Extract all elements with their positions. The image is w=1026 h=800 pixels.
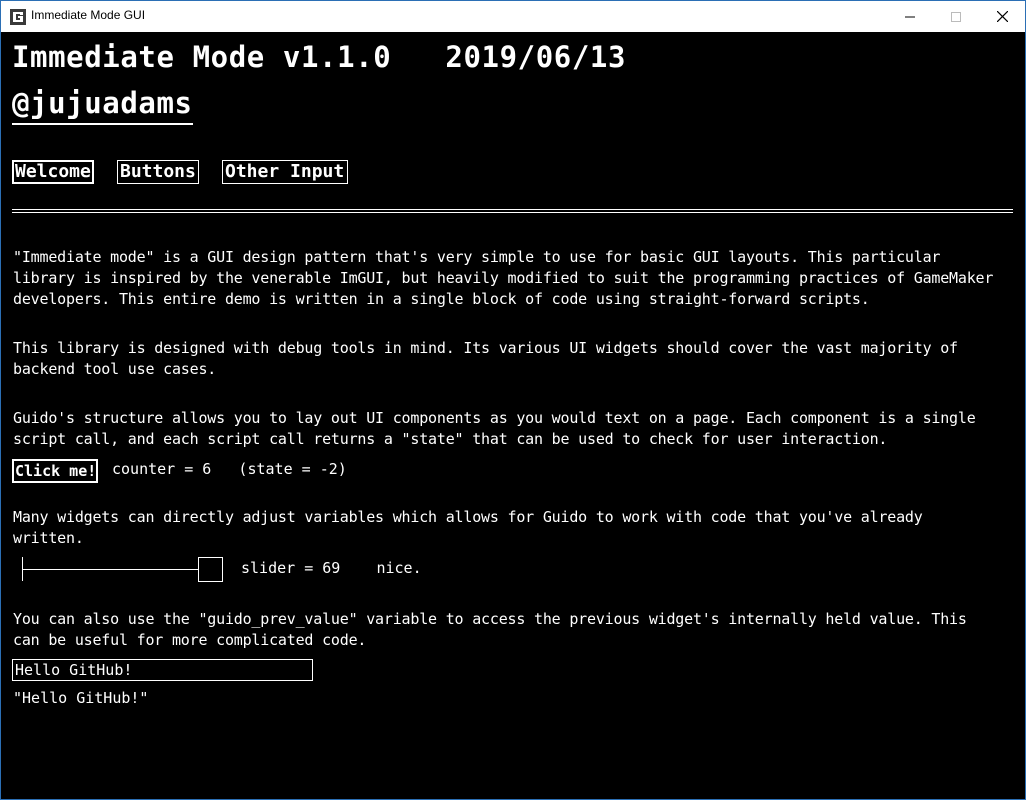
input-echo: "Hello GitHub!" [13, 689, 149, 707]
slider-track[interactable] [22, 569, 198, 570]
widgets-paragraph: Many widgets can directly adjust variabl… [13, 508, 923, 547]
tab-buttons[interactable]: Buttons [117, 160, 199, 184]
debug-paragraph: This library is designed with debug tool… [13, 339, 958, 378]
author-underline [12, 123, 193, 125]
window-title: Immediate Mode GUI [31, 8, 146, 22]
counter-readout: counter = 6 (state = -2) [112, 460, 347, 478]
gamemaker-icon [10, 9, 26, 25]
slider-readout: slider = 69 nice. [241, 559, 422, 577]
maximize-icon [951, 11, 961, 22]
maximize-button[interactable] [933, 1, 979, 32]
intro-paragraph: "Immediate mode" is a GUI design pattern… [13, 248, 994, 308]
close-button[interactable] [979, 1, 1025, 32]
click-me-button[interactable]: Click me! [12, 459, 98, 483]
prev-value-paragraph: You can also use the "guido_prev_value" … [13, 610, 967, 649]
tab-other-input[interactable]: Other Input [222, 160, 348, 184]
divider [12, 212, 1013, 213]
author-link[interactable]: @jujuadams [12, 86, 193, 120]
minimize-icon [905, 16, 915, 17]
divider [12, 209, 1013, 210]
close-icon [996, 11, 1008, 22]
tab-welcome[interactable]: Welcome [12, 160, 94, 184]
slider-handle[interactable] [198, 557, 223, 582]
application-window: Immediate Mode GUI Immediate Mode v1.1.0… [0, 0, 1026, 800]
text-input[interactable]: Hello GitHub! [12, 659, 313, 681]
structure-paragraph: Guido's structure allows you to lay out … [13, 409, 976, 448]
title-bar[interactable]: Immediate Mode GUI [1, 1, 1025, 32]
gui-canvas: Immediate Mode v1.1.0 2019/06/13 @jujuad… [1, 32, 1025, 799]
version-heading: Immediate Mode v1.1.0 2019/06/13 [12, 40, 627, 74]
minimize-button[interactable] [887, 1, 933, 32]
